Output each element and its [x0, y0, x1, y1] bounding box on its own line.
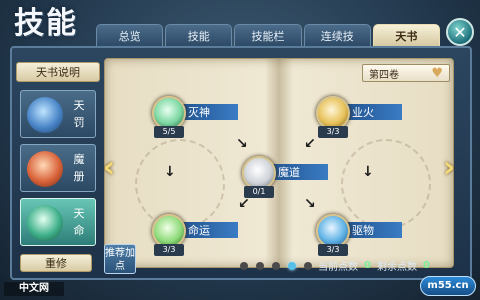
- close-icon: ✕: [453, 22, 467, 42]
- window-title: 技能: [14, 6, 78, 41]
- close-button[interactable]: ✕: [446, 18, 474, 46]
- volume-label: 第四卷: [369, 69, 399, 81]
- points-readout: 当前点数 0 剩余点数 0: [318, 258, 468, 273]
- skill-level: 5/5: [154, 126, 184, 138]
- skill-icon: [316, 96, 350, 130]
- page-dot[interactable]: [256, 262, 264, 270]
- skill-node[interactable]: 驱物 3/3: [316, 214, 406, 258]
- skill-icon: [316, 214, 350, 248]
- arrow-down-left-icon: ↙: [304, 136, 316, 152]
- sidebar-item-book-2[interactable]: 魔册: [20, 144, 96, 192]
- reset-button[interactable]: 重修: [20, 254, 92, 272]
- sidebar-item-book-3[interactable]: 天命: [20, 198, 96, 246]
- book-emblem-icon: [27, 151, 63, 187]
- page-dot[interactable]: [240, 262, 248, 270]
- current-points-value: 0: [364, 259, 371, 271]
- skill-icon: [242, 156, 276, 190]
- skill-level: 3/3: [318, 244, 348, 256]
- tab-combo[interactable]: 连续技: [303, 24, 371, 46]
- tab-heavenly-book[interactable]: 天书: [372, 24, 441, 46]
- tab-skill-bar[interactable]: 技能栏: [234, 24, 302, 46]
- recommend-label: 推荐加点: [105, 248, 135, 272]
- current-points-label: 当前点数: [318, 261, 358, 273]
- heart-icon: ♥: [431, 66, 443, 81]
- arrow-down-right-icon: ↘: [304, 196, 316, 212]
- book-description-button[interactable]: 天书说明: [16, 62, 100, 82]
- volume-select[interactable]: 第四卷 ♥: [362, 64, 450, 82]
- sidebar: 天书说明 天罚 魔册 天命: [16, 58, 100, 276]
- skill-node[interactable]: 命运 3/3: [152, 214, 242, 258]
- watermark-right: m55.cn: [420, 276, 476, 296]
- sidebar-item-book-1[interactable]: 天罚: [20, 90, 96, 138]
- remaining-points-value: 0: [422, 259, 430, 271]
- page-dot[interactable]: [304, 262, 312, 270]
- book-emblem-icon: [27, 97, 63, 133]
- arrow-down-icon: ↓: [362, 164, 374, 180]
- arrow-down-left-icon: ↙: [238, 196, 250, 212]
- sidebar-item-label: 天罚: [73, 99, 85, 129]
- skill-node[interactable]: 灭神 5/5: [152, 96, 242, 140]
- page-dot[interactable]: [272, 262, 280, 270]
- skill-icon: [152, 96, 186, 130]
- watermark-left: 中文网: [4, 282, 64, 296]
- next-page-arrow-icon[interactable]: ›: [438, 150, 460, 186]
- sidebar-item-label: 魔册: [73, 153, 85, 183]
- skill-icon: [152, 214, 186, 248]
- skill-node[interactable]: 业火 3/3: [316, 96, 406, 140]
- tab-bar: 总览 技能 技能栏 连续技 天书: [96, 24, 441, 46]
- page-dot-active[interactable]: [288, 262, 296, 270]
- recommend-points-button[interactable]: 推荐加点: [104, 244, 136, 274]
- previous-page-arrow-icon[interactable]: ‹: [98, 150, 120, 186]
- sidebar-item-label: 天命: [73, 207, 85, 237]
- tab-overview[interactable]: 总览: [96, 24, 164, 46]
- page-indicator: [240, 262, 320, 272]
- tab-skills[interactable]: 技能: [165, 24, 233, 46]
- skill-node[interactable]: 魔道 0/1: [242, 156, 332, 200]
- remaining-points-label: 剩余点数: [376, 261, 417, 273]
- skill-window: 技能 总览 技能 技能栏 连续技 天书 ✕ 天书说明 天罚 魔册 天命 重修 第…: [0, 0, 480, 300]
- book-emblem-icon: [27, 205, 63, 241]
- skill-level: 3/3: [154, 244, 184, 256]
- skill-level: 3/3: [318, 126, 348, 138]
- arrow-down-icon: ↓: [164, 164, 176, 180]
- arrow-down-right-icon: ↘: [236, 136, 248, 152]
